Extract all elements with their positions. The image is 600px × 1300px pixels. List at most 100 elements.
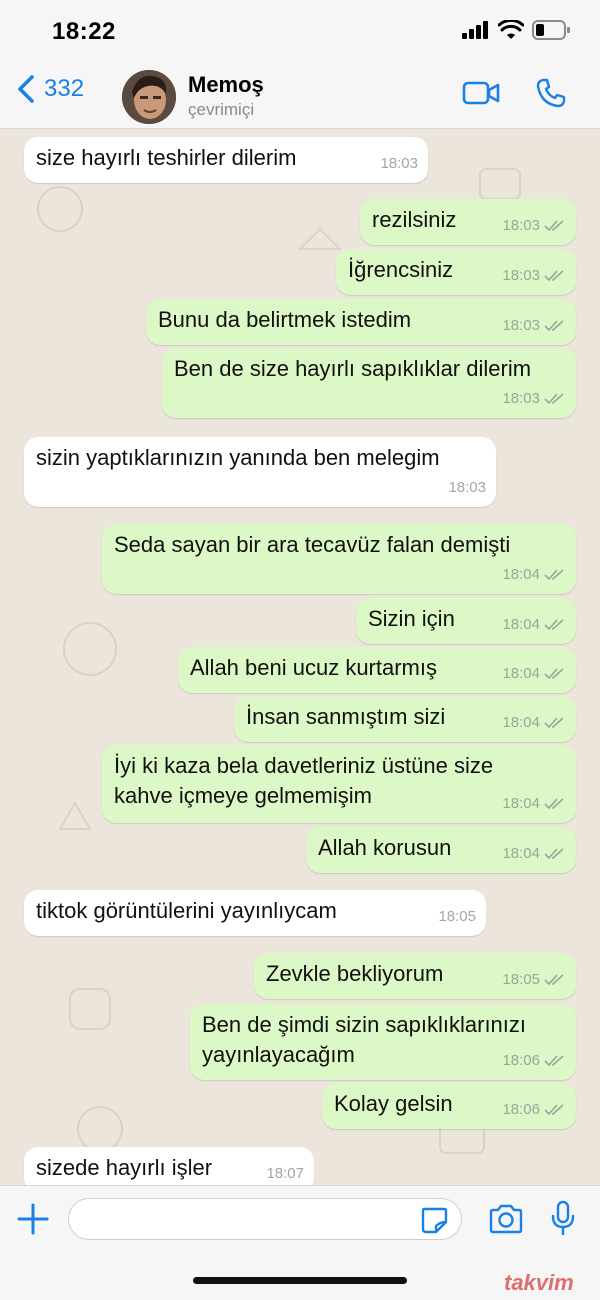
home-indicator <box>193 1277 407 1284</box>
message-bubble-outgoing[interactable]: Allah korusun 18:04 <box>306 827 576 873</box>
message-meta: 18:04 <box>502 839 566 869</box>
message-bubble-outgoing[interactable]: İyi ki kaza bela davetleriniz üstüne siz… <box>102 745 576 823</box>
message-meta: 18:04 <box>502 789 566 819</box>
message-meta: 18:05 <box>438 902 476 932</box>
wifi-icon <box>498 20 524 39</box>
microphone-icon <box>551 1200 575 1236</box>
message-meta: 18:06 <box>502 1046 566 1076</box>
voice-call-button[interactable] <box>536 78 566 113</box>
status-time: 18:22 <box>52 18 116 45</box>
message-time: 18:04 <box>502 845 540 862</box>
double-check-icon <box>544 619 564 631</box>
avatar-image <box>122 70 176 124</box>
message-text: İyi ki kaza bela davetleriniz üstüne siz… <box>114 753 494 808</box>
message-time: 18:03 <box>502 267 540 284</box>
message-time: 18:05 <box>438 908 476 925</box>
message-meta: 18:04 <box>502 659 566 689</box>
message-bubble-outgoing[interactable]: Sizin için 18:04 <box>356 598 576 644</box>
message-meta: 18:06 <box>502 1095 566 1125</box>
message-text: sizede hayırlı işler <box>36 1155 213 1180</box>
message-time: 18:05 <box>502 971 540 988</box>
status-bar: 18:22 <box>0 0 600 60</box>
message-bubble-outgoing[interactable]: Seda sayan bir ara tecavüz falan demişti… <box>102 524 576 594</box>
contact-status: çevrimiçi <box>188 100 255 119</box>
message-bubble-outgoing[interactable]: Allah beni ucuz kurtarmış 18:04 <box>178 647 576 693</box>
camera-button[interactable] <box>488 1204 524 1239</box>
message-text: Ben de size hayırlı sapıklıklar dilerim <box>174 356 532 381</box>
message-bubble-outgoing[interactable]: İnsan sanmıştım sizi 18:04 <box>234 696 576 742</box>
status-icons <box>462 20 570 40</box>
message-text: sizin yaptıklarınızın yanında ben melegi… <box>36 445 440 470</box>
message-meta: 18:03 <box>502 384 566 414</box>
message-meta: 18:03 <box>448 473 486 503</box>
message-time: 18:04 <box>502 665 540 682</box>
message-bubble-outgoing[interactable]: Ben de şimdi sizin sapıklıklarınızı yayı… <box>190 1004 576 1080</box>
message-bubble-outgoing[interactable]: Ben de size hayırlı sapıklıklar dilerim … <box>162 348 576 418</box>
message-bubble-incoming[interactable]: size hayırlı teshirler dilerim 18:03 <box>24 137 428 183</box>
sticker-icon <box>421 1207 448 1234</box>
message-bubble-incoming[interactable]: tiktok görüntülerini yayınlıycam 18:05 <box>24 890 486 936</box>
message-time: 18:03 <box>502 317 540 334</box>
chat-header: 332 Memoş çevrimiçi <box>0 60 600 129</box>
double-check-icon <box>544 974 564 986</box>
message-time: 18:03 <box>380 155 418 172</box>
chat-area[interactable]: size hayırlı teshirler dilerim 18:03 rez… <box>0 129 600 1185</box>
signal-icon <box>462 21 488 39</box>
camera-icon <box>489 1204 523 1234</box>
double-check-icon <box>544 1104 564 1116</box>
watermark: takvim <box>504 1270 574 1295</box>
double-check-icon <box>544 393 564 405</box>
contact-name[interactable]: Memoş <box>188 72 264 98</box>
message-time: 18:03 <box>502 390 540 407</box>
message-bubble-outgoing[interactable]: İğrencsiniz 18:03 <box>336 249 576 295</box>
unread-count: 332 <box>44 75 85 102</box>
battery-icon <box>532 20 570 40</box>
attach-button[interactable] <box>16 1202 50 1241</box>
double-check-icon <box>544 320 564 332</box>
message-time: 18:04 <box>502 795 540 812</box>
message-time: 18:04 <box>502 616 540 633</box>
message-time: 18:07 <box>266 1165 304 1182</box>
message-bubble-outgoing[interactable]: rezilsiniz 18:03 <box>360 199 576 245</box>
message-time: 18:04 <box>502 714 540 731</box>
chevron-left-icon <box>18 75 34 103</box>
message-bubble-outgoing[interactable]: Kolay gelsin 18:06 <box>322 1083 576 1129</box>
message-text: size hayırlı teshirler dilerim <box>36 145 297 170</box>
double-check-icon <box>544 717 564 729</box>
message-text: tiktok görüntülerini yayınlıycam <box>36 898 337 923</box>
message-time: 18:06 <box>502 1101 540 1118</box>
message-meta: 18:03 <box>502 261 566 291</box>
double-check-icon <box>544 1055 564 1067</box>
message-meta: 18:05 <box>502 965 566 995</box>
avatar[interactable] <box>122 70 176 124</box>
phone-icon <box>536 78 566 108</box>
message-time: 18:03 <box>502 217 540 234</box>
message-bubble-outgoing[interactable]: Zevkle bekliyorum 18:05 <box>254 953 576 999</box>
video-camera-icon <box>462 81 500 105</box>
double-check-icon <box>544 848 564 860</box>
message-meta: 18:04 <box>502 560 566 590</box>
microphone-button[interactable] <box>550 1200 576 1241</box>
double-check-icon <box>544 270 564 282</box>
plus-icon <box>17 1203 49 1235</box>
double-check-icon <box>544 220 564 232</box>
double-check-icon <box>544 668 564 680</box>
message-meta: 18:03 <box>502 311 566 341</box>
message-bubble-outgoing[interactable]: Bunu da belirtmek istedim 18:03 <box>146 299 576 345</box>
message-meta: 18:03 <box>502 211 566 241</box>
message-meta: 18:03 <box>380 149 418 179</box>
message-bubble-incoming[interactable]: sizede hayırlı işler 18:07 <box>24 1147 314 1185</box>
double-check-icon <box>544 798 564 810</box>
sticker-button[interactable] <box>420 1206 448 1239</box>
message-meta: 18:07 <box>266 1159 304 1185</box>
video-call-button[interactable] <box>462 80 500 111</box>
input-bar: takvim <box>0 1185 600 1300</box>
message-input[interactable] <box>68 1198 462 1240</box>
double-check-icon <box>544 569 564 581</box>
back-button[interactable]: 332 <box>16 74 84 104</box>
message-time: 18:03 <box>448 479 486 496</box>
message-meta: 18:04 <box>502 708 566 738</box>
message-meta: 18:04 <box>502 610 566 640</box>
message-bubble-incoming[interactable]: sizin yaptıklarınızın yanında ben melegi… <box>24 437 496 507</box>
message-text: Seda sayan bir ara tecavüz falan demişti <box>114 532 511 557</box>
